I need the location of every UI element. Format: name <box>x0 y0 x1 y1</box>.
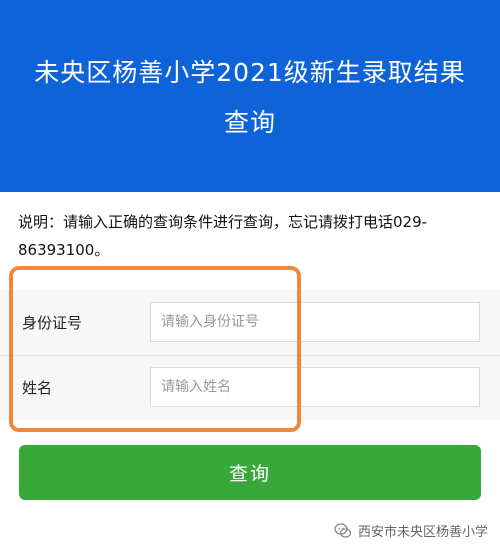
id-card-input[interactable] <box>150 302 480 342</box>
name-input[interactable] <box>150 367 480 407</box>
name-label: 姓名 <box>22 379 53 397</box>
page-title: 未央区杨善小学2021级新生录取结果查询 <box>34 58 466 137</box>
query-form: 身份证号 姓名 <box>0 290 500 420</box>
watermark-text: 西安市未央区杨善小学 <box>357 525 488 540</box>
notice-text: 说明：请输入正确的查询条件进行查询，忘记请拨打电话029-86393100。 <box>18 213 428 259</box>
wechat-icon <box>334 522 352 540</box>
query-button[interactable]: 查询 <box>19 445 481 500</box>
watermark: 西安市未央区杨善小学 <box>334 521 488 540</box>
form-row-name: 姓名 <box>0 355 500 420</box>
form-row-id-card: 身份证号 <box>0 290 500 356</box>
id-card-label: 身份证号 <box>22 314 83 332</box>
page-header: 未央区杨善小学2021级新生录取结果查询 <box>0 0 500 192</box>
